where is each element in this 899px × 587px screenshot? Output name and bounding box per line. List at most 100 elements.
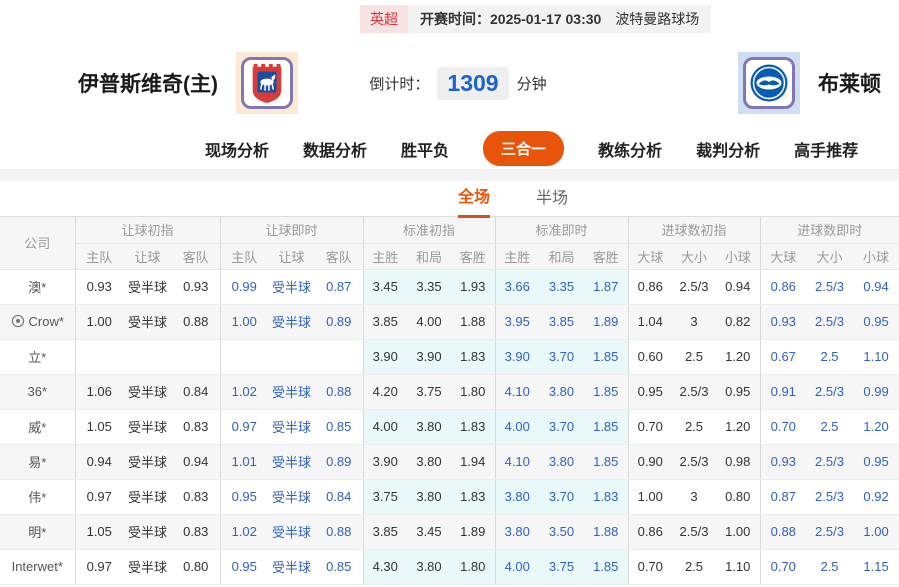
odds-cell-live[interactable]: 3.90 xyxy=(495,339,539,374)
odds-cell-live[interactable]: 2.5 xyxy=(806,549,853,584)
odds-cell-live[interactable]: 3.85 xyxy=(539,304,584,339)
odds-cell-live[interactable]: 1.85 xyxy=(584,549,628,584)
odds-cell-live[interactable]: 1.85 xyxy=(584,444,628,479)
odds-cell-live[interactable]: 0.92 xyxy=(853,479,899,514)
odds-cell-live[interactable]: 0.87 xyxy=(760,479,806,514)
nav-tab-3[interactable]: 三合一 xyxy=(483,131,564,166)
odds-cell-live[interactable]: 1.88 xyxy=(584,514,628,549)
nav-tab-2[interactable]: 胜平负 xyxy=(401,137,449,161)
company-cell[interactable]: 澳* xyxy=(0,269,75,304)
odds-cell-live[interactable]: 3.80 xyxy=(539,374,584,409)
odds-cell-live[interactable]: 0.88 xyxy=(315,374,363,409)
odds-cell-live[interactable]: 4.10 xyxy=(495,444,539,479)
odds-cell-live[interactable]: 受半球 xyxy=(268,444,315,479)
odds-cell-live[interactable]: 0.70 xyxy=(760,549,806,584)
odds-cell-live[interactable]: 1.85 xyxy=(584,339,628,374)
odds-cell-live[interactable]: 1.00 xyxy=(853,514,899,549)
odds-cell-live[interactable]: 1.87 xyxy=(584,269,628,304)
odds-cell-live[interactable]: 0.94 xyxy=(853,269,899,304)
company-cell[interactable]: 36* xyxy=(0,374,75,409)
odds-cell-live[interactable]: 4.00 xyxy=(495,549,539,584)
odds-cell-live[interactable]: 4.00 xyxy=(495,409,539,444)
company-cell[interactable]: Interwet* xyxy=(0,549,75,584)
subtab-0[interactable]: 全场 xyxy=(458,183,490,218)
odds-cell-live[interactable]: 1.85 xyxy=(584,409,628,444)
odds-cell-live[interactable]: 1.10 xyxy=(853,339,899,374)
odds-cell-live[interactable]: 2.5 xyxy=(806,339,853,374)
odds-cell-live[interactable]: 受半球 xyxy=(268,269,315,304)
odds-cell-live[interactable] xyxy=(268,339,315,374)
odds-cell-live[interactable]: 3.80 xyxy=(495,514,539,549)
odds-cell-live[interactable]: 0.99 xyxy=(220,269,268,304)
odds-cell-live[interactable]: 0.95 xyxy=(220,549,268,584)
odds-cell-live[interactable]: 0.93 xyxy=(760,444,806,479)
odds-cell-live[interactable]: 0.85 xyxy=(315,409,363,444)
odds-cell-live[interactable]: 1.89 xyxy=(584,304,628,339)
odds-cell-live[interactable]: 1.85 xyxy=(584,374,628,409)
nav-tab-0[interactable]: 现场分析 xyxy=(205,137,269,161)
odds-cell-live[interactable]: 0.95 xyxy=(853,444,899,479)
odds-cell-live[interactable]: 3.75 xyxy=(539,549,584,584)
table-row: 澳*0.93受半球0.930.99受半球0.873.453.351.933.66… xyxy=(0,269,899,304)
odds-cell-live[interactable]: 2.5/3 xyxy=(806,269,853,304)
odds-cell-live[interactable]: 0.85 xyxy=(315,549,363,584)
odds-cell-live[interactable]: 1.83 xyxy=(584,479,628,514)
odds-cell-live[interactable]: 受半球 xyxy=(268,514,315,549)
odds-cell-live[interactable]: 0.93 xyxy=(760,304,806,339)
odds-cell-live[interactable]: 0.88 xyxy=(315,514,363,549)
odds-cell-live[interactable]: 0.97 xyxy=(220,409,268,444)
odds-cell-live[interactable]: 0.87 xyxy=(315,269,363,304)
company-cell[interactable]: 立* xyxy=(0,339,75,374)
odds-cell-live[interactable]: 1.02 xyxy=(220,374,268,409)
nav-tab-6[interactable]: 高手推荐 xyxy=(794,137,858,161)
odds-cell-live[interactable]: 2.5/3 xyxy=(806,374,853,409)
odds-cell-live[interactable] xyxy=(315,339,363,374)
odds-cell-live[interactable]: 3.50 xyxy=(539,514,584,549)
odds-cell-live[interactable]: 3.80 xyxy=(495,479,539,514)
odds-cell-live[interactable]: 0.95 xyxy=(220,479,268,514)
odds-cell-live[interactable]: 0.70 xyxy=(760,409,806,444)
odds-cell-live[interactable]: 4.10 xyxy=(495,374,539,409)
odds-cell-live[interactable]: 3.70 xyxy=(539,409,584,444)
odds-cell-live[interactable]: 0.88 xyxy=(760,514,806,549)
odds-cell-live[interactable]: 3.70 xyxy=(539,479,584,514)
odds-cell-live[interactable]: 0.67 xyxy=(760,339,806,374)
company-cell[interactable]: 威* xyxy=(0,409,75,444)
company-cell[interactable]: 伟* xyxy=(0,479,75,514)
subtab-1[interactable]: 半场 xyxy=(536,184,568,216)
odds-cell-live[interactable]: 受半球 xyxy=(268,409,315,444)
odds-cell-live[interactable]: 1.01 xyxy=(220,444,268,479)
odds-cell-live[interactable]: 1.20 xyxy=(853,409,899,444)
odds-cell-live[interactable]: 受半球 xyxy=(268,374,315,409)
odds-cell-live[interactable]: 0.91 xyxy=(760,374,806,409)
company-cell[interactable]: Crow* xyxy=(0,304,75,339)
odds-cell-live[interactable]: 2.5/3 xyxy=(806,514,853,549)
odds-cell-live[interactable]: 2.5/3 xyxy=(806,444,853,479)
odds-cell-live[interactable]: 3.70 xyxy=(539,339,584,374)
odds-cell-live[interactable] xyxy=(220,339,268,374)
odds-cell-live[interactable]: 受半球 xyxy=(268,304,315,339)
odds-cell-live[interactable]: 0.95 xyxy=(853,304,899,339)
odds-cell-live[interactable]: 3.80 xyxy=(539,444,584,479)
odds-cell-live[interactable]: 0.89 xyxy=(315,304,363,339)
nav-tab-5[interactable]: 裁判分析 xyxy=(696,137,760,161)
odds-cell-live[interactable]: 2.5/3 xyxy=(806,304,853,339)
nav-tab-4[interactable]: 教练分析 xyxy=(598,137,662,161)
odds-cell-live[interactable]: 受半球 xyxy=(268,549,315,584)
company-cell[interactable]: 易* xyxy=(0,444,75,479)
odds-cell-live[interactable]: 1.15 xyxy=(853,549,899,584)
odds-cell-live[interactable]: 0.84 xyxy=(315,479,363,514)
odds-cell-live[interactable]: 0.99 xyxy=(853,374,899,409)
odds-cell-live[interactable]: 1.00 xyxy=(220,304,268,339)
odds-cell-live[interactable]: 受半球 xyxy=(268,479,315,514)
odds-cell-live[interactable]: 3.95 xyxy=(495,304,539,339)
company-cell[interactable]: 明* xyxy=(0,514,75,549)
odds-cell-live[interactable]: 1.02 xyxy=(220,514,268,549)
nav-tab-1[interactable]: 数据分析 xyxy=(303,137,367,161)
odds-cell-live[interactable]: 2.5/3 xyxy=(806,479,853,514)
odds-cell-live[interactable]: 2.5 xyxy=(806,409,853,444)
odds-cell-live[interactable]: 0.86 xyxy=(760,269,806,304)
odds-cell-live[interactable]: 3.35 xyxy=(539,269,584,304)
odds-cell-live[interactable]: 0.89 xyxy=(315,444,363,479)
odds-cell-live[interactable]: 3.66 xyxy=(495,269,539,304)
